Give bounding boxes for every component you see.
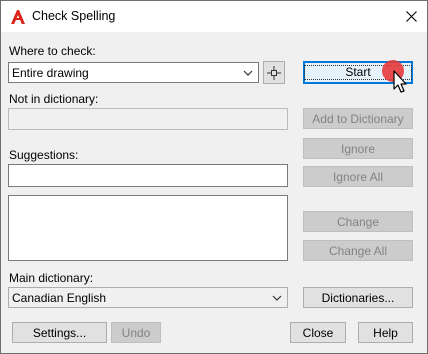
suggestions-input[interactable]	[8, 164, 288, 187]
change-button[interactable]: Change	[303, 211, 413, 232]
chevron-down-icon	[272, 295, 282, 301]
help-button[interactable]: Help	[358, 322, 413, 343]
suggestions-label: Suggestions:	[9, 148, 79, 162]
where-to-check-value: Entire drawing	[12, 66, 89, 80]
not-in-dictionary-label: Not in dictionary:	[9, 92, 99, 106]
crosshair-select-icon	[267, 65, 281, 80]
where-to-check-label: Where to check:	[9, 44, 96, 58]
settings-button[interactable]: Settings...	[12, 322, 107, 343]
close-button[interactable]: Close	[290, 322, 346, 343]
main-dictionary-value: Canadian English	[12, 291, 107, 305]
dictionaries-button[interactable]: Dictionaries...	[303, 287, 413, 308]
select-objects-button[interactable]	[263, 61, 285, 84]
add-to-dictionary-button[interactable]: Add to Dictionary	[303, 108, 413, 129]
undo-button[interactable]: Undo	[111, 322, 161, 343]
title-bar: Check Spelling	[1, 1, 427, 32]
not-in-dictionary-field	[8, 108, 288, 130]
where-to-check-dropdown[interactable]: Entire drawing	[8, 62, 259, 83]
main-dictionary-label: Main dictionary:	[9, 271, 94, 285]
autocad-a-icon	[11, 10, 25, 24]
check-spelling-dialog: Check Spelling Where to check: Entire dr…	[0, 0, 428, 354]
main-dictionary-dropdown[interactable]: Canadian English	[8, 287, 288, 308]
close-icon	[405, 11, 417, 22]
change-all-button[interactable]: Change All	[303, 240, 413, 261]
window-title: Check Spelling	[32, 9, 116, 23]
mouse-pointer-icon	[382, 60, 407, 93]
ignore-all-button[interactable]: Ignore All	[303, 166, 413, 187]
ignore-button[interactable]: Ignore	[303, 138, 413, 159]
suggestions-list[interactable]	[8, 195, 288, 261]
chevron-down-icon	[243, 70, 253, 76]
close-window-button[interactable]	[395, 1, 427, 32]
